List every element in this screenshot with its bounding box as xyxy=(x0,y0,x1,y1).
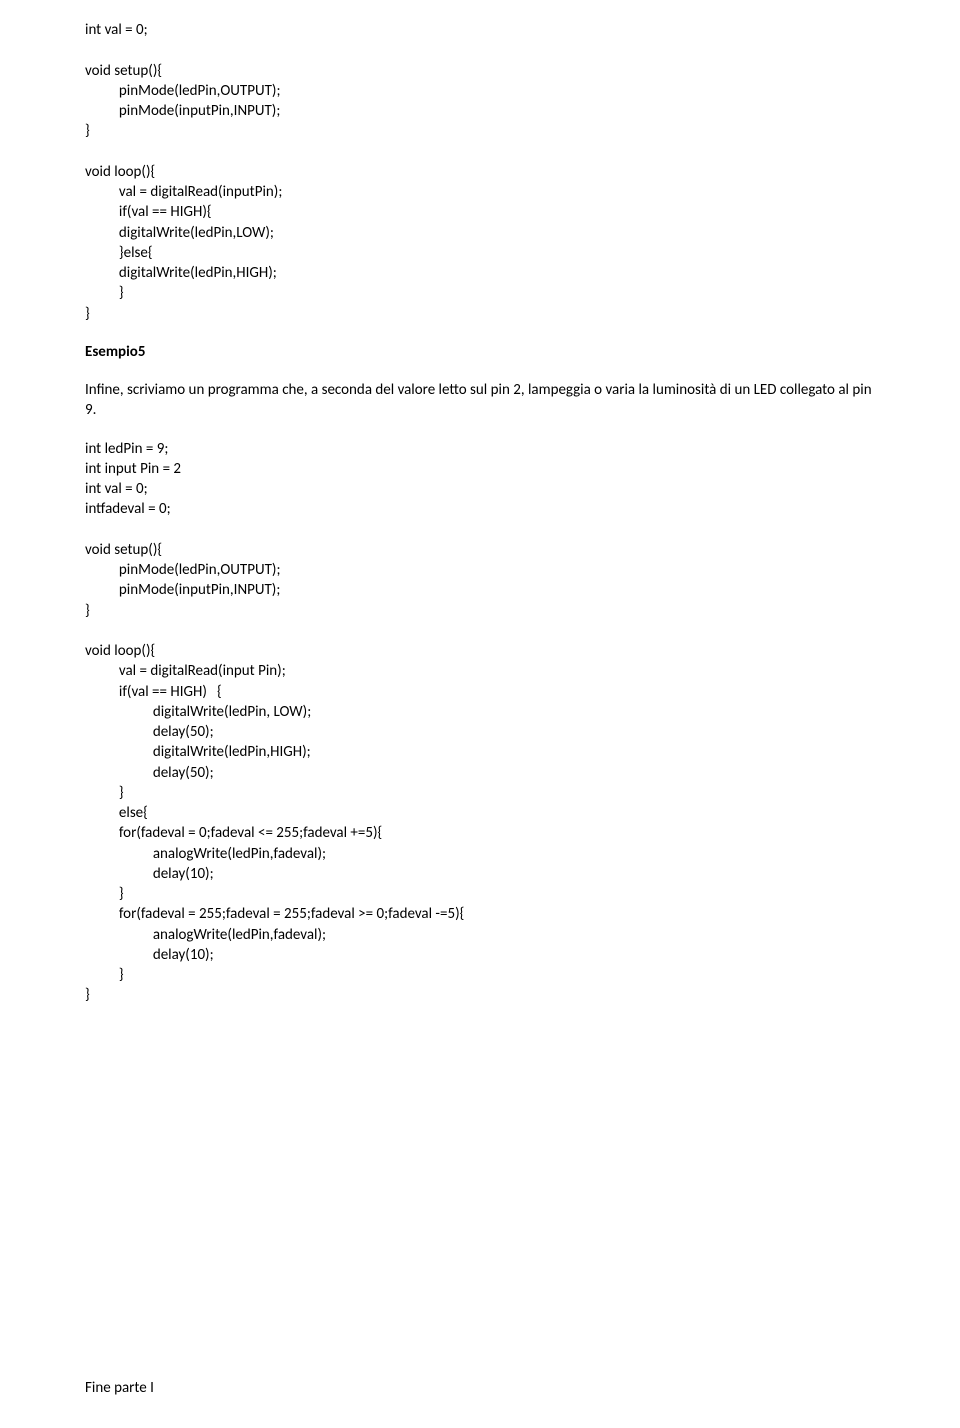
document-page: int val = 0; void setup(){ pinMode(ledPi… xyxy=(0,0,960,1428)
code-block-1: int val = 0; void setup(){ pinMode(ledPi… xyxy=(85,20,875,324)
paragraph-description: Infine, scriviamo un programma che, a se… xyxy=(85,380,875,421)
heading-esempio5: Esempio5 xyxy=(85,342,875,362)
code-block-2: int ledPin = 9; int input Pin = 2 int va… xyxy=(85,439,875,1006)
spacer xyxy=(85,324,875,342)
spacer xyxy=(85,362,875,380)
footer-text: Fine parte I xyxy=(85,1378,154,1398)
spacer xyxy=(85,421,875,439)
